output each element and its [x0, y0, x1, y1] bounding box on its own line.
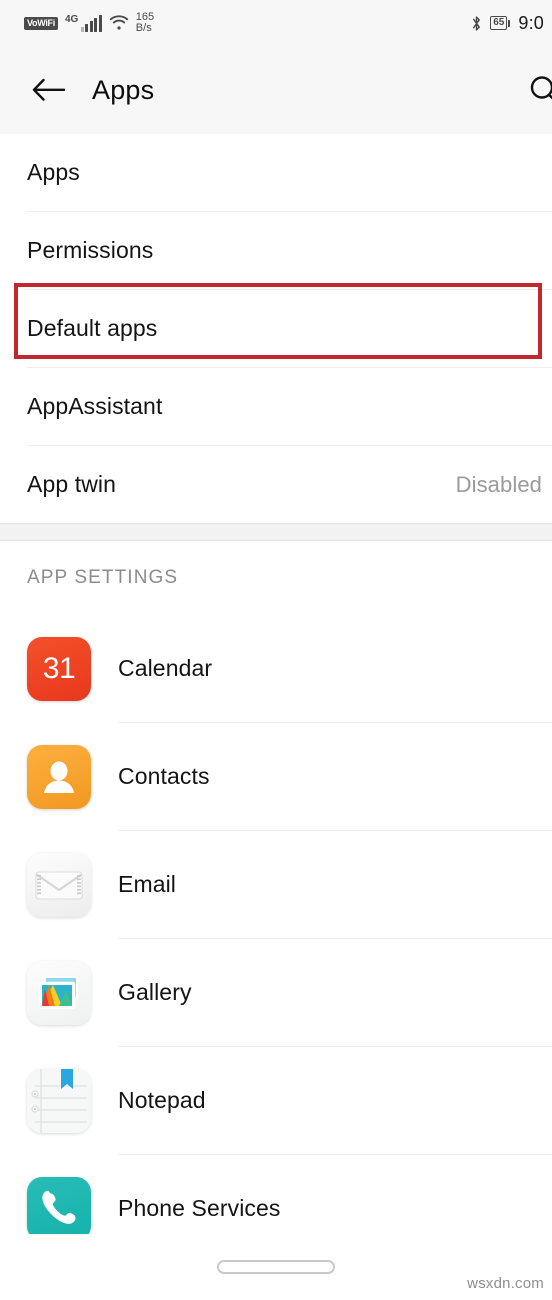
- app-row-label: Notepad: [118, 1087, 206, 1113]
- app-row-notepad[interactable]: Notepad: [0, 1047, 552, 1154]
- app-row-contacts[interactable]: Contacts: [0, 723, 552, 830]
- section-separator: [0, 523, 552, 541]
- app-row-email[interactable]: Email: [0, 831, 552, 938]
- data-rate-unit: B/s: [135, 22, 152, 34]
- settings-row-app-twin[interactable]: App twin Disabled: [0, 446, 552, 523]
- calendar-icon: 31: [27, 636, 91, 701]
- watermark-label: wsxdn.com: [467, 1275, 544, 1292]
- status-bar: VoWiFi 4G 165 B/s 65 9:0: [0, 0, 552, 46]
- app-settings-header: APP SETTINGS: [27, 567, 179, 588]
- settings-row-label: Apps: [27, 159, 80, 185]
- app-row-label: Email: [118, 871, 177, 897]
- home-gesture-pill[interactable]: [217, 1260, 335, 1274]
- app-row-calendar[interactable]: 31 Calendar: [0, 615, 552, 722]
- vowifi-icon: VoWiFi: [24, 16, 58, 30]
- settings-row-label: AppAssistant: [27, 393, 163, 419]
- settings-row-label: Default apps: [27, 315, 158, 341]
- settings-row-label: App twin: [27, 471, 117, 497]
- app-bar: Apps: [0, 46, 552, 134]
- battery-icon: 65: [490, 16, 511, 30]
- notepad-icon: [27, 1068, 91, 1133]
- contacts-icon: [27, 744, 91, 809]
- bluetooth-icon: [471, 15, 482, 32]
- app-settings-list: 31 Calendar Contacts Email Gallery Notep…: [0, 615, 552, 1262]
- settings-row-apps[interactable]: Apps: [0, 134, 552, 211]
- status-bar-right: 65 9:0: [471, 13, 544, 34]
- app-row-label: Gallery: [118, 979, 192, 1005]
- settings-row-default-apps[interactable]: Default apps: [0, 290, 552, 367]
- phone-services-icon: [27, 1176, 91, 1241]
- settings-row-label: Permissions: [27, 237, 154, 263]
- calendar-icon-day: 31: [27, 636, 91, 701]
- settings-list: Apps Permissions Default apps AppAssista…: [0, 134, 552, 523]
- search-icon[interactable]: [520, 66, 552, 114]
- back-arrow-icon[interactable]: [26, 68, 70, 112]
- settings-row-permissions[interactable]: Permissions: [0, 212, 552, 289]
- app-row-gallery[interactable]: Gallery: [0, 939, 552, 1046]
- page-title: Apps: [92, 74, 155, 105]
- app-row-label: Contacts: [118, 763, 210, 789]
- email-icon: [27, 852, 91, 917]
- gallery-icon: [27, 960, 91, 1025]
- app-row-label: Calendar: [118, 655, 213, 681]
- phone-screen: VoWiFi 4G 165 B/s 65 9:0 Apps Apps Permi…: [0, 0, 552, 1300]
- app-row-label: Phone Services: [118, 1195, 281, 1221]
- network-type-label: 4G: [64, 13, 79, 25]
- settings-row-value: Disabled: [455, 471, 542, 497]
- clock-label: 9:0: [518, 12, 544, 33]
- wifi-icon: [109, 15, 129, 31]
- data-rate-indicator: 165 B/s: [136, 12, 154, 34]
- settings-row-appassistant[interactable]: AppAssistant: [0, 368, 552, 445]
- signal-bars-icon: 4G: [64, 13, 102, 32]
- battery-level-label: 65: [490, 16, 508, 30]
- status-bar-left: VoWiFi 4G 165 B/s: [24, 12, 154, 34]
